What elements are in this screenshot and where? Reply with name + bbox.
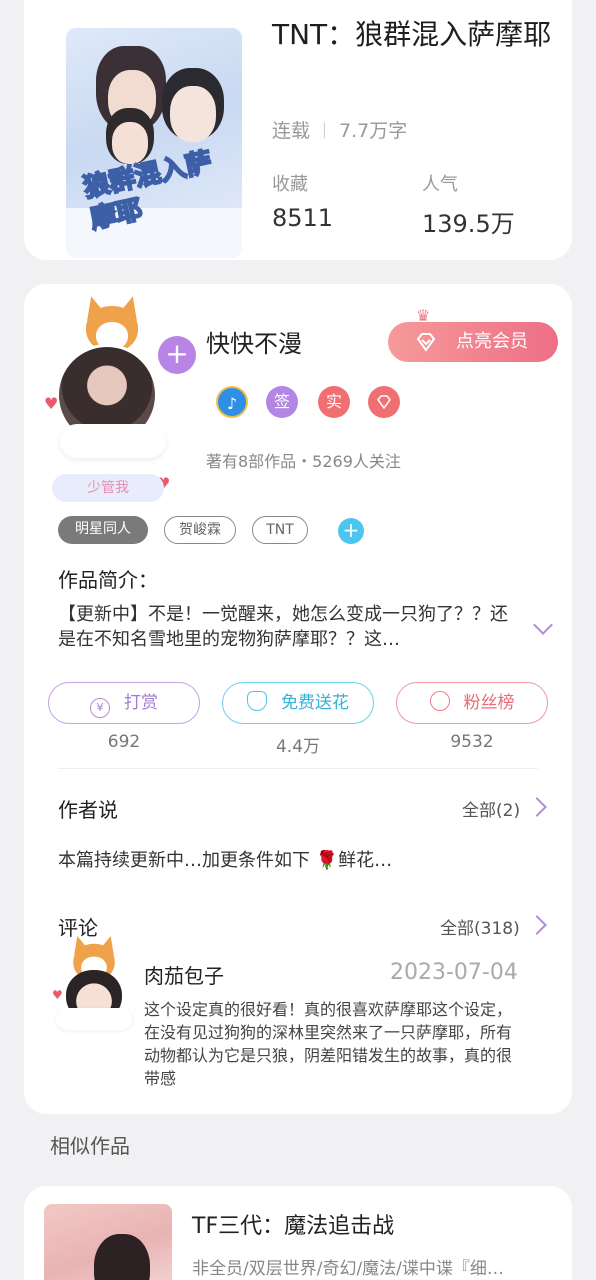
add-tag-icon[interactable]: + (338, 518, 364, 544)
book-detail-card: + ♥ ♥ 少管我 快快不漫 ♛ 点亮会员 ♪ 签 实 著有8部作品・5269人… (24, 284, 572, 1114)
author-says-label: 作者说 (58, 798, 118, 822)
popularity-label: 人气 (422, 174, 458, 195)
cover-figure (94, 1234, 150, 1280)
sign-badge[interactable]: 签 (266, 386, 298, 418)
fans-rank-button[interactable]: 粉丝榜 (396, 682, 548, 724)
book-status: 连载 (272, 120, 311, 142)
intro-text[interactable]: 【更新中】不是！一觉醒来，她怎么变成一只狗了？？还是在不知名雪地里的宠物狗萨摩耶… (58, 602, 508, 652)
send-flower-label: 免费送花 (281, 693, 349, 713)
author-name[interactable]: 快快不漫 (206, 324, 302, 359)
similar-work-cover[interactable] (44, 1204, 172, 1280)
favorites-value: 8511 (272, 204, 334, 232)
book-title: TNT：狼群混入萨摩耶 (272, 18, 552, 51)
book-info-card: 狼群混入萨摩耶 TNT：狼群混入萨摩耶 连载 7.7万字 收藏 8511 人气 1… (24, 0, 572, 260)
diamond-badge-icon[interactable] (368, 386, 400, 418)
author-says-text[interactable]: 本篇持续更新中…加更条件如下 🌹鲜花… (58, 846, 392, 872)
commenter-avatar[interactable]: ♥ (52, 930, 142, 1030)
comment-date: 2023-07-04 (390, 960, 518, 985)
fans-rank-label: 粉丝榜 (463, 693, 515, 713)
diamond-icon (416, 333, 436, 352)
book-meta: 连载 7.7万字 (272, 116, 407, 143)
avatar-tag: 少管我 (52, 474, 164, 502)
heart-icon: ♥ (44, 394, 59, 413)
popularity-value: 139.5万 (422, 210, 515, 238)
favorites-label: 收藏 (272, 174, 308, 195)
vip-button[interactable]: 点亮会员 (388, 322, 558, 362)
intro-label: 作品简介： (58, 568, 158, 592)
book-cover[interactable]: 狼群混入萨摩耶 (66, 28, 242, 258)
reward-count: 692 (107, 732, 141, 752)
cloud-decoration (56, 1008, 132, 1030)
flower-count: 4.4万 (275, 737, 321, 757)
reward-button[interactable]: ¥ 打赏 (48, 682, 200, 724)
similar-work-desc: 非全员/双层世界/奇幻/魔法/谍中谍『细… (192, 1259, 504, 1279)
follow-plus-icon[interactable]: + (158, 336, 196, 374)
send-flower-button[interactable]: 免费送花 (222, 682, 374, 724)
music-badge-icon[interactable]: ♪ (216, 386, 248, 418)
cover-figure-face (170, 86, 216, 142)
reward-label: 打赏 (124, 693, 158, 713)
divider (58, 768, 538, 769)
heart-icon: ♥ (52, 988, 63, 1002)
tag-chip[interactable]: 明星同人 (58, 516, 148, 544)
yen-icon: ¥ (90, 698, 110, 718)
chevron-right-icon[interactable] (527, 797, 547, 817)
chevron-right-icon[interactable] (527, 915, 547, 935)
author-says-more-link[interactable]: 全部(2) (462, 796, 520, 821)
similar-work-title[interactable]: TF三代：魔法追击战 (192, 1208, 394, 1240)
verified-badge[interactable]: 实 (318, 386, 350, 418)
flower-icon (247, 691, 267, 711)
author-stats: 著有8部作品・5269人关注 (206, 452, 401, 471)
expand-chevron-icon[interactable] (533, 615, 553, 635)
author-avatar-group[interactable]: + ♥ ♥ 少管我 (44, 293, 196, 502)
vip-button-label: 点亮会员 (456, 331, 528, 352)
meta-divider (324, 122, 326, 138)
cover-figure-face (112, 122, 148, 164)
similar-work-item[interactable]: TF三代：魔法追击战 非全员/双层世界/奇幻/魔法/谍中谍『细… (24, 1186, 572, 1280)
tag-chip[interactable]: TNT (252, 516, 308, 544)
fans-count: 9532 (450, 732, 494, 752)
comment-text[interactable]: 这个设定真的很好看！真的很喜欢萨摩耶这个设定，在没有见过狗狗的深林里突然来了一只… (144, 998, 524, 1090)
fans-icon (429, 691, 450, 711)
word-count: 7.7万字 (339, 120, 408, 142)
comment-user[interactable]: 肉茄包子 (144, 960, 224, 989)
tag-chip[interactable]: 贺峻霖 (164, 516, 236, 544)
similar-works-label: 相似作品 (50, 1134, 130, 1158)
cloud-decoration (60, 424, 166, 458)
comments-more-link[interactable]: 全部(318) (440, 914, 520, 939)
